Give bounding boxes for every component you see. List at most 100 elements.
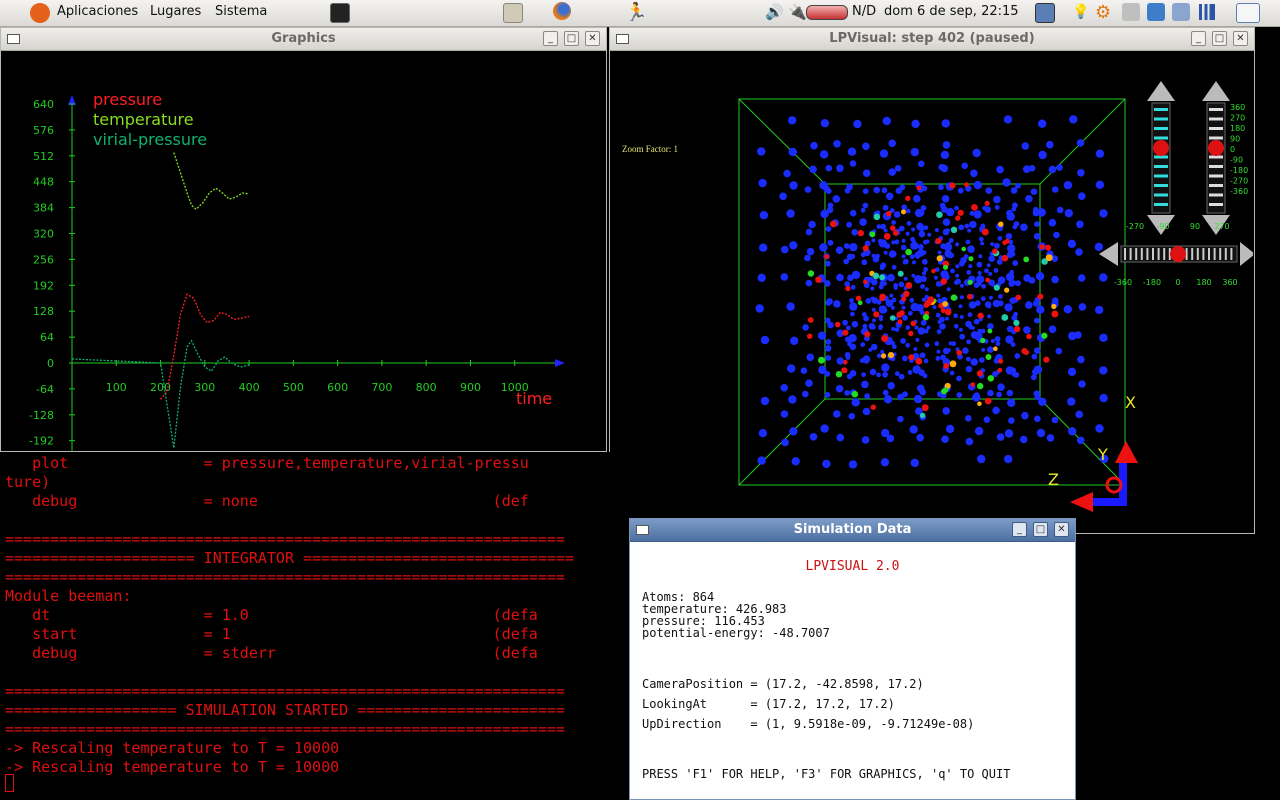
- rotation-slider-horizontal[interactable]: [1099, 242, 1253, 266]
- bulb-icon[interactable]: 💡: [1072, 4, 1089, 20]
- gear-icon[interactable]: ⚙: [1095, 2, 1111, 23]
- terminal-launcher-icon[interactable]: [330, 3, 350, 23]
- atom: [1012, 224, 1018, 230]
- atom: [1043, 356, 1050, 363]
- atom: [1095, 180, 1105, 189]
- slider-right-arrow-icon: [1240, 242, 1253, 266]
- terminal-line: start = 1 (defa: [32, 625, 538, 643]
- simulation-titlebar[interactable]: Simulation Data _ □ ✕: [630, 519, 1075, 542]
- atom: [913, 194, 921, 203]
- atom: [1014, 353, 1021, 359]
- atom: [993, 346, 998, 352]
- terminal[interactable]: plot = pressure,temperature,virial-press…: [0, 452, 630, 800]
- running-man-icon[interactable]: 🏃: [625, 2, 647, 23]
- slider-tick: [1157, 248, 1160, 260]
- atom: [1063, 181, 1073, 190]
- atom: [950, 226, 958, 233]
- lpvisual-titlebar[interactable]: LPVisual: step 402 (paused) _ □ ✕: [610, 28, 1254, 51]
- atom: [788, 395, 797, 404]
- rotation-slider-white[interactable]: [1202, 81, 1230, 235]
- atom: [879, 149, 889, 158]
- atom: [1078, 303, 1087, 311]
- slider-up-arrow-icon: [1147, 81, 1175, 101]
- graphics-titlebar[interactable]: Graphics _ □ ✕: [1, 28, 606, 51]
- menu-applications[interactable]: Aplicaciones: [57, 4, 138, 19]
- atom: [964, 223, 970, 229]
- power-icon[interactable]: 🔌: [788, 3, 807, 21]
- atom: [970, 169, 978, 178]
- atom: [894, 239, 900, 245]
- atom: [824, 254, 830, 260]
- horizontal-tick-label: -270: [1126, 222, 1144, 231]
- printer-icon[interactable]: [1122, 3, 1140, 21]
- slider-tick: [1209, 165, 1223, 168]
- slider-tick: [1146, 248, 1149, 260]
- atom: [875, 253, 880, 259]
- window-list-icon[interactable]: [1236, 3, 1260, 23]
- atom: [755, 304, 764, 313]
- network-icon[interactable]: [1147, 3, 1165, 21]
- atom: [892, 230, 899, 236]
- menu-system[interactable]: Sistema: [215, 4, 267, 19]
- atom: [848, 460, 858, 469]
- slider-tick: [1209, 193, 1223, 197]
- workspace-icon[interactable]: [1035, 3, 1055, 23]
- home-folder-icon[interactable]: [503, 3, 523, 23]
- atom: [908, 330, 914, 337]
- folder-icon[interactable]: [1172, 3, 1190, 21]
- atom: [833, 410, 841, 418]
- vertical-tick-label: 360: [1230, 103, 1245, 112]
- slider-tick: [1213, 248, 1216, 260]
- firefox-icon[interactable]: [553, 2, 571, 20]
- clock[interactable]: dom 6 de sep, 22:15: [884, 4, 1019, 19]
- axis-y-label: Y: [1097, 445, 1108, 464]
- atom: [779, 192, 787, 201]
- close-button[interactable]: ✕: [1233, 31, 1248, 46]
- atom: [1046, 434, 1055, 442]
- atom: [910, 320, 917, 327]
- minimize-button[interactable]: _: [1012, 522, 1027, 537]
- atom: [872, 318, 876, 323]
- atom: [923, 267, 929, 272]
- atom: [1020, 223, 1028, 232]
- maximize-button[interactable]: □: [1033, 522, 1048, 537]
- signal-icon[interactable]: [1199, 4, 1215, 20]
- atom: [871, 253, 876, 258]
- rotation-slider-cyan[interactable]: [1147, 81, 1175, 235]
- atom: [1001, 314, 1009, 321]
- atom: [1011, 206, 1017, 212]
- atom: [916, 185, 922, 191]
- maximize-button[interactable]: □: [1212, 31, 1227, 46]
- help-text: PRESS 'F1' FOR HELP, 'F3' FOR GRAPHICS, …: [642, 767, 1011, 781]
- minimize-button[interactable]: _: [1191, 31, 1206, 46]
- close-button[interactable]: ✕: [585, 31, 600, 46]
- maximize-button[interactable]: □: [564, 31, 579, 46]
- atom: [1033, 347, 1041, 355]
- minimize-button[interactable]: _: [543, 31, 558, 46]
- atom: [957, 187, 964, 194]
- ubuntu-logo-icon[interactable]: [30, 3, 50, 23]
- atom: [1007, 398, 1016, 407]
- slider-tick: [1154, 117, 1168, 121]
- atom: [943, 297, 948, 302]
- atom: [1077, 355, 1085, 364]
- close-button[interactable]: ✕: [1054, 522, 1069, 537]
- atom: [944, 308, 952, 316]
- atom: [871, 307, 876, 312]
- atom: [860, 207, 866, 213]
- atom: [972, 148, 981, 158]
- atom: [937, 250, 942, 255]
- menu-places[interactable]: Lugares: [150, 4, 201, 19]
- volume-icon[interactable]: 🔊: [765, 3, 784, 21]
- atom: [881, 363, 890, 372]
- atom: [967, 245, 975, 253]
- battery-icon[interactable]: [806, 5, 848, 20]
- atom: [1015, 294, 1022, 301]
- atom: [1041, 332, 1048, 339]
- atom: [996, 391, 1002, 398]
- atom: [986, 263, 991, 268]
- simulation-viewport[interactable]: Zoom Factor: 1 360270180900-90-180-270-3…: [611, 51, 1253, 533]
- atom: [851, 398, 860, 407]
- slider-knob: [1153, 140, 1169, 156]
- atom: [923, 358, 929, 364]
